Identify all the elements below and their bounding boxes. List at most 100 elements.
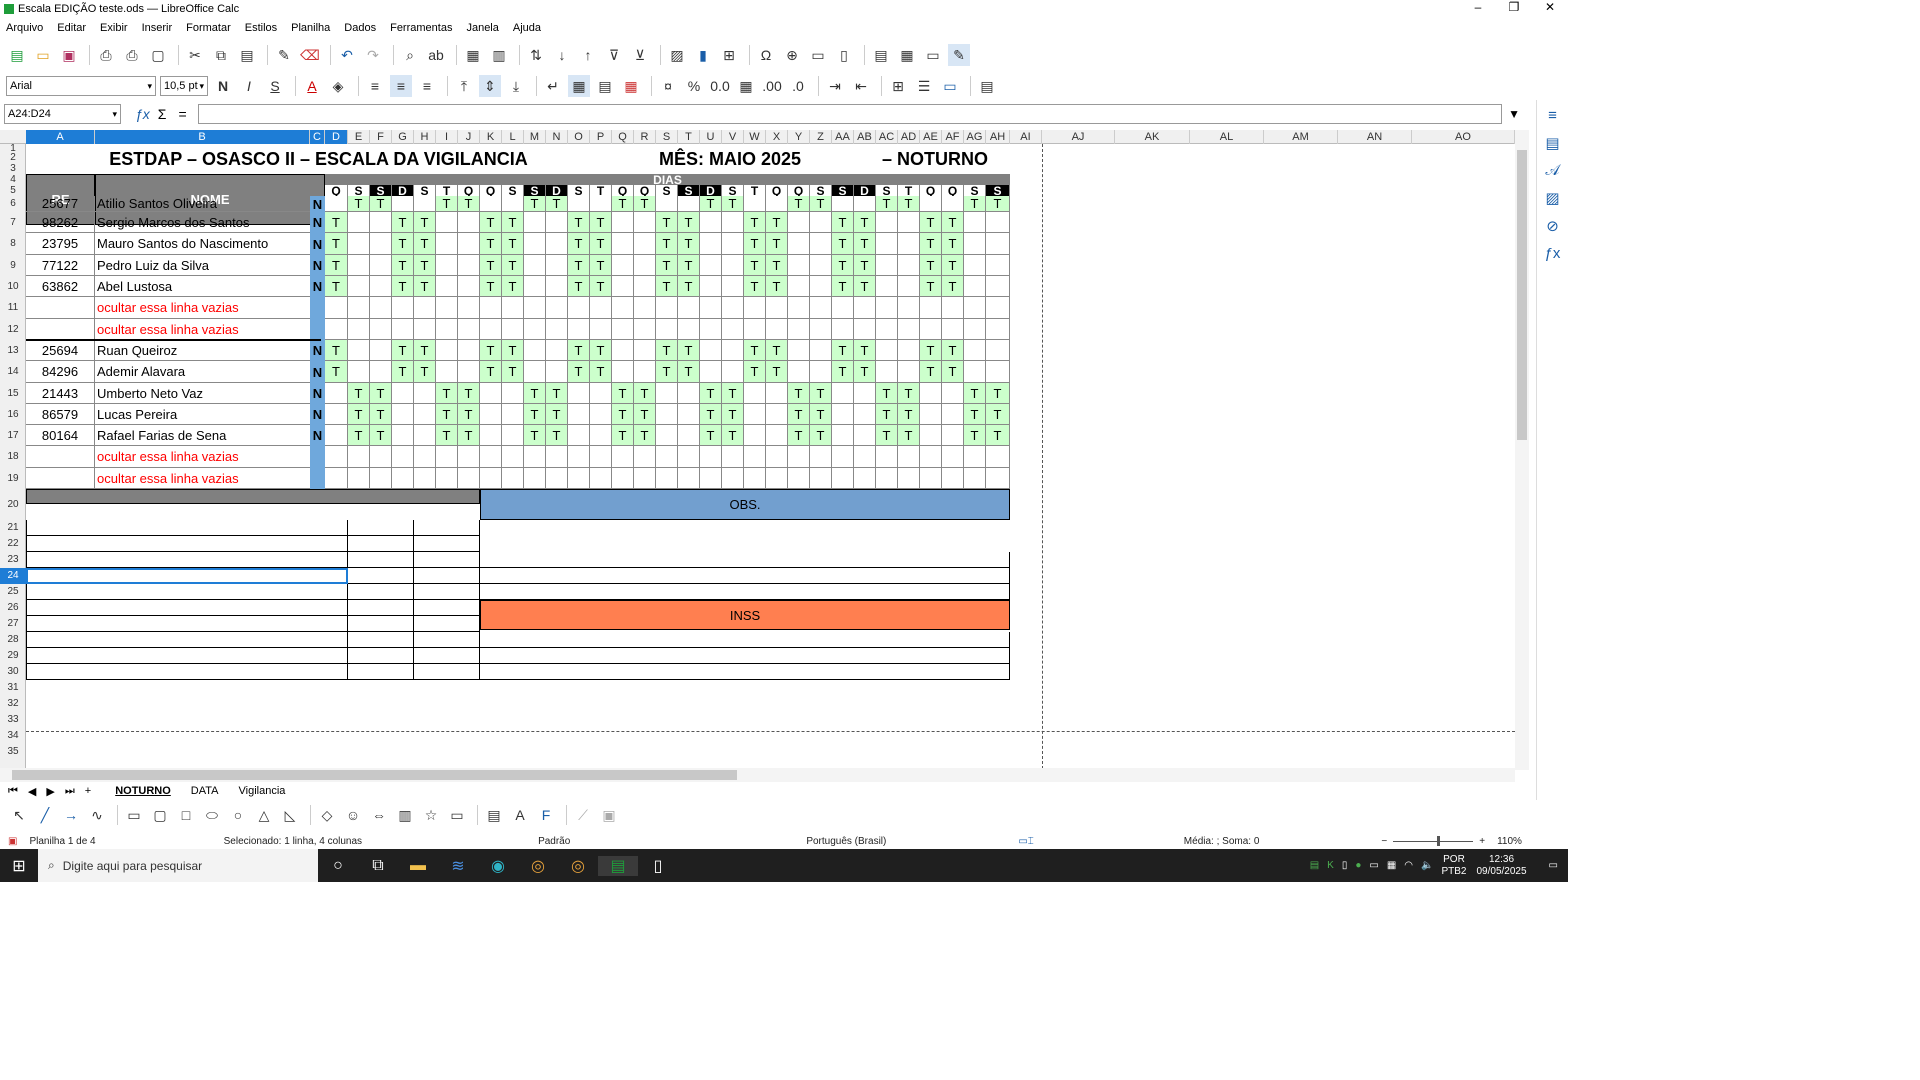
stars-icon[interactable]: ☆ bbox=[420, 804, 442, 826]
schedule-cell[interactable] bbox=[744, 383, 766, 404]
schedule-cell[interactable] bbox=[986, 255, 1010, 276]
zoom-out-icon[interactable]: − bbox=[1381, 836, 1387, 847]
schedule-cell[interactable]: T bbox=[414, 255, 436, 276]
schedule-cell[interactable] bbox=[942, 297, 964, 319]
lower-cell-c[interactable] bbox=[414, 664, 480, 680]
schedule-cell[interactable] bbox=[612, 468, 634, 489]
schedule-cell[interactable]: T bbox=[744, 276, 766, 297]
schedule-cell[interactable] bbox=[854, 383, 876, 404]
export-pdf-icon[interactable]: ⎙ bbox=[95, 44, 117, 66]
schedule-cell[interactable]: T bbox=[942, 212, 964, 233]
align-left-icon[interactable]: ≡ bbox=[364, 75, 386, 97]
schedule-cell[interactable] bbox=[634, 297, 656, 319]
schedule-cell[interactable] bbox=[348, 276, 370, 297]
schedule-cell[interactable]: T bbox=[414, 233, 436, 255]
schedule-cell[interactable] bbox=[348, 361, 370, 383]
schedule-cell[interactable] bbox=[854, 297, 876, 319]
chrome-profile-icon[interactable]: ◎ bbox=[558, 856, 598, 876]
schedule-cell[interactable]: T bbox=[348, 404, 370, 425]
date-format-icon[interactable]: ▦ bbox=[735, 75, 757, 97]
schedule-cell[interactable]: T bbox=[392, 212, 414, 233]
schedule-cell[interactable] bbox=[788, 297, 810, 319]
notifications-icon[interactable]: ▭ bbox=[1549, 860, 1558, 871]
obs-cell[interactable] bbox=[480, 584, 1010, 600]
schedule-cell[interactable]: T bbox=[766, 276, 788, 297]
schedule-cell[interactable]: T bbox=[744, 255, 766, 276]
menu-item-6[interactable]: Planilha bbox=[291, 22, 330, 34]
schedule-cell[interactable]: T bbox=[766, 233, 788, 255]
schedule-cell[interactable] bbox=[854, 319, 876, 340]
schedule-cell[interactable]: T bbox=[920, 361, 942, 383]
schedule-cell[interactable]: T bbox=[744, 340, 766, 361]
column-header[interactable]: T bbox=[678, 130, 700, 144]
wrap-text-icon[interactable]: ↵ bbox=[542, 75, 564, 97]
maximize-button[interactable]: ❐ bbox=[1496, 0, 1532, 14]
column-header[interactable]: N bbox=[546, 130, 568, 144]
schedule-cell[interactable] bbox=[700, 297, 722, 319]
square-icon[interactable]: □ bbox=[175, 804, 197, 826]
row-header[interactable]: 21 bbox=[0, 520, 26, 536]
cut-icon[interactable]: ✂ bbox=[184, 44, 206, 66]
schedule-cell[interactable]: T bbox=[370, 425, 392, 446]
schedule-cell[interactable] bbox=[524, 276, 546, 297]
schedule-cell[interactable]: T bbox=[480, 361, 502, 383]
schedule-cell[interactable] bbox=[854, 196, 876, 212]
schedule-cell[interactable] bbox=[722, 468, 744, 489]
schedule-cell[interactable] bbox=[810, 276, 832, 297]
schedule-cell[interactable] bbox=[524, 255, 546, 276]
row-header[interactable]: 19 bbox=[0, 468, 26, 489]
schedule-cell[interactable] bbox=[986, 468, 1010, 489]
lower-cell-c[interactable] bbox=[414, 520, 480, 536]
tray-network-icon[interactable]: ▭ bbox=[1369, 860, 1378, 871]
schedule-cell[interactable] bbox=[700, 340, 722, 361]
navigator-icon[interactable]: ⊘ bbox=[1546, 217, 1559, 235]
schedule-cell[interactable] bbox=[656, 196, 678, 212]
schedule-cell[interactable]: T bbox=[546, 404, 568, 425]
cortana-icon[interactable]: ○ bbox=[318, 857, 358, 875]
schedule-cell[interactable] bbox=[656, 404, 678, 425]
schedule-cell[interactable] bbox=[414, 468, 436, 489]
schedule-cell[interactable] bbox=[810, 361, 832, 383]
rounded-rectangle-icon[interactable]: ▢ bbox=[149, 804, 171, 826]
schedule-cell[interactable]: T bbox=[986, 425, 1010, 446]
schedule-cell[interactable]: T bbox=[678, 255, 700, 276]
schedule-cell[interactable]: T bbox=[832, 276, 854, 297]
schedule-cell[interactable]: T bbox=[325, 340, 348, 361]
schedule-cell[interactable] bbox=[656, 383, 678, 404]
libreoffice-calc-icon[interactable]: ▤ bbox=[598, 855, 638, 876]
schedule-cell[interactable] bbox=[788, 340, 810, 361]
font-name-select[interactable]: Arial bbox=[6, 76, 156, 96]
split-window-icon[interactable]: ▭ bbox=[922, 44, 944, 66]
schedule-cell[interactable]: T bbox=[678, 276, 700, 297]
schedule-cell[interactable]: T bbox=[744, 361, 766, 383]
schedule-cell[interactable] bbox=[590, 319, 612, 340]
sheet-nav-button[interactable]: ◀ bbox=[28, 785, 36, 798]
flowchart-icon[interactable]: ▥ bbox=[394, 804, 416, 826]
conditional-format-icon[interactable]: ▤ bbox=[976, 75, 998, 97]
schedule-cell[interactable] bbox=[546, 255, 568, 276]
schedule-cell[interactable]: T bbox=[986, 196, 1010, 212]
tray-k-icon[interactable]: K bbox=[1327, 860, 1334, 871]
lower-cell-a[interactable] bbox=[26, 632, 348, 648]
schedule-cell[interactable] bbox=[986, 340, 1010, 361]
schedule-cell[interactable] bbox=[810, 233, 832, 255]
schedule-cell[interactable] bbox=[722, 255, 744, 276]
schedule-cell[interactable] bbox=[546, 233, 568, 255]
chart-icon[interactable]: ▮ bbox=[692, 44, 714, 66]
schedule-cell[interactable] bbox=[458, 361, 480, 383]
schedule-cell[interactable] bbox=[744, 319, 766, 340]
app-icon[interactable]: ≋ bbox=[438, 856, 478, 876]
schedule-cell[interactable]: T bbox=[788, 383, 810, 404]
column-header[interactable]: F bbox=[370, 130, 392, 144]
schedule-cell[interactable] bbox=[524, 233, 546, 255]
schedule-cell[interactable]: T bbox=[942, 276, 964, 297]
column-header[interactable]: AG bbox=[964, 130, 986, 144]
schedule-cell[interactable] bbox=[810, 255, 832, 276]
schedule-cell[interactable] bbox=[480, 446, 502, 468]
row-header[interactable]: 20 bbox=[0, 489, 26, 520]
vertical-scroll-thumb[interactable] bbox=[1517, 150, 1527, 440]
schedule-cell[interactable]: T bbox=[524, 404, 546, 425]
menu-item-2[interactable]: Exibir bbox=[100, 22, 128, 34]
schedule-cell[interactable] bbox=[678, 468, 700, 489]
schedule-cell[interactable] bbox=[898, 319, 920, 340]
